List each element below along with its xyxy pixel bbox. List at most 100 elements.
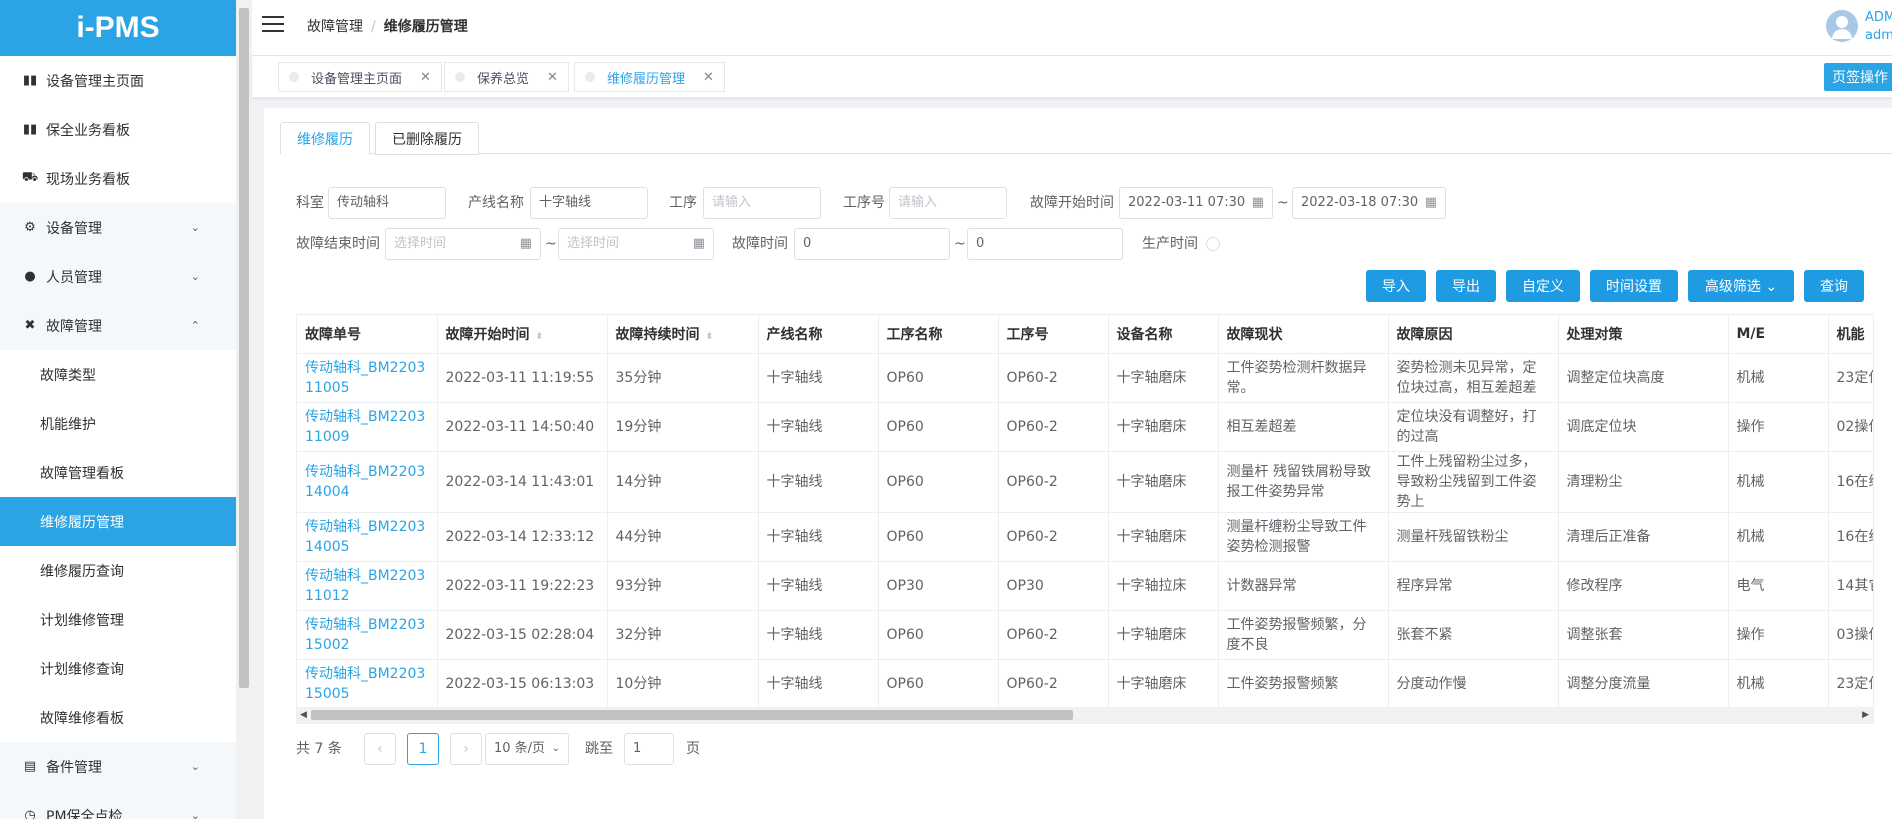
table-cell: OP60 bbox=[878, 659, 999, 709]
fault-end-from-picker[interactable]: 选择时间 ▦ bbox=[385, 228, 541, 260]
column-header-sortable[interactable]: 故障开始时间 ⬍ bbox=[437, 315, 608, 354]
production-time-radio[interactable] bbox=[1206, 237, 1220, 251]
table-row[interactable]: 传动轴科_BM220311009 2022-03-11 14:50:40 19分钟十… bbox=[297, 402, 1873, 452]
table-cell: 十字轴磨床 bbox=[1108, 659, 1219, 709]
table-cell: 清理后正准备 bbox=[1558, 512, 1729, 562]
sidebar-item-repair-board[interactable]: 故障维修看板 bbox=[0, 693, 236, 742]
export-button[interactable]: 导出 bbox=[1436, 270, 1496, 302]
process-input[interactable]: 请输入 bbox=[703, 187, 821, 219]
page-size-select[interactable]: 10 条/页 ⌄ bbox=[485, 733, 569, 765]
range-separator: ~ bbox=[954, 236, 966, 252]
sidebar-item-equipment-home[interactable]: ▮▮ 设备管理主页面 bbox=[0, 56, 236, 105]
tab-deleted-history[interactable]: 已删除履历 bbox=[375, 122, 479, 155]
table-cell: OP60-2 bbox=[998, 610, 1109, 660]
line-input[interactable]: 十字轴线 bbox=[530, 187, 648, 219]
user-name[interactable]: ADM admi bbox=[1865, 9, 1892, 45]
fault-order-link[interactable]: 传动轴科_BM220311009 bbox=[297, 402, 438, 452]
scrollbar-thumb[interactable] bbox=[239, 8, 249, 688]
user-icon: ● bbox=[24, 269, 36, 284]
sidebar-item-repair-history-query[interactable]: 维修履历查询 bbox=[0, 546, 236, 595]
tag-maintenance-overview[interactable]: 保养总览 ✕ bbox=[444, 62, 569, 92]
fault-order-link[interactable]: 传动轴科_BM220315002 bbox=[297, 610, 438, 660]
table-cell: 23定位 bbox=[1828, 659, 1873, 709]
fault-start-to-picker[interactable]: 2022-03-18 07:30 ▦ bbox=[1292, 187, 1446, 219]
table-cell: OP60 bbox=[878, 402, 999, 452]
fault-order-link[interactable]: 传动轴科_BM220314004 bbox=[297, 451, 438, 513]
sidebar-item-repair-history[interactable]: 维修履历管理 bbox=[0, 497, 236, 546]
table-cell: 调底定位块 bbox=[1558, 402, 1729, 452]
tag-dot bbox=[455, 72, 465, 82]
sidebar-item-function-maintenance[interactable]: 机能维护 bbox=[0, 399, 236, 448]
sidebar-item-plan-repair-query[interactable]: 计划维修查询 bbox=[0, 644, 236, 693]
table-row[interactable]: 传动轴科_BM220315002 2022-03-15 02:28:04 32分钟十… bbox=[297, 610, 1873, 660]
fault-order-link[interactable]: 传动轴科_BM220311012 bbox=[297, 561, 438, 611]
sidebar-item-label: 机能维护 bbox=[40, 416, 96, 433]
table-row[interactable]: 传动轴科_BM220314004 2022-03-14 11:43:01 14分钟十… bbox=[297, 451, 1873, 513]
sidebar-group-fault[interactable]: ✖ 故障管理 ⌃ bbox=[0, 301, 236, 350]
sidebar-scrollbar[interactable] bbox=[236, 0, 252, 819]
scrollbar-thumb[interactable] bbox=[311, 710, 1073, 720]
close-icon[interactable]: ✕ bbox=[420, 70, 431, 85]
table-cell: 03操作 bbox=[1828, 610, 1873, 660]
table-cell: 工件上残留粉尘过多，导致粉尘残留到工件姿势上 bbox=[1388, 451, 1559, 513]
table-cell: OP60-2 bbox=[998, 353, 1109, 403]
clock-icon: ◷ bbox=[24, 808, 36, 819]
fault-order-link[interactable]: 传动轴科_BM220311005 bbox=[297, 353, 438, 403]
tag-operations-button[interactable]: 页签操作 bbox=[1824, 63, 1892, 91]
table-cell: 修改程序 bbox=[1558, 561, 1729, 611]
table-row[interactable]: 传动轴科_BM220311005 2022-03-11 11:19:55 35分钟十… bbox=[297, 353, 1873, 403]
sidebar-item-label: 保全业务看板 bbox=[46, 122, 130, 139]
table-row[interactable]: 传动轴科_BM220311012 2022-03-11 19:22:23 93分钟十… bbox=[297, 561, 1873, 611]
sidebar-item-fault-type[interactable]: 故障类型 bbox=[0, 350, 236, 399]
table-cell: 计数器异常 bbox=[1218, 561, 1389, 611]
pager-jump-input[interactable]: 1 bbox=[624, 733, 674, 765]
tag-repair-history[interactable]: 维修履历管理 ✕ bbox=[574, 62, 725, 92]
fault-order-link[interactable]: 传动轴科_BM220314005 bbox=[297, 512, 438, 562]
sort-icon[interactable]: ⬍ bbox=[536, 332, 544, 342]
sidebar-group-spare-parts[interactable]: ▤ 备件管理 ⌄ bbox=[0, 742, 236, 791]
close-icon[interactable]: ✕ bbox=[547, 70, 558, 85]
sidebar-group-equipment[interactable]: ⚙ 设备管理 ⌄ bbox=[0, 203, 236, 252]
fault-duration-to-input[interactable]: 0 bbox=[967, 228, 1123, 260]
calendar-icon: ▦ bbox=[519, 236, 532, 251]
close-icon[interactable]: ✕ bbox=[703, 70, 714, 85]
pager-next-button[interactable]: › bbox=[450, 733, 482, 765]
column-header-sortable[interactable]: 故障持续时间 ⬍ bbox=[607, 315, 759, 354]
tag-equipment-home[interactable]: 设备管理主页面 ✕ bbox=[278, 62, 442, 92]
chevron-down-icon: ⌄ bbox=[190, 270, 200, 283]
sidebar-group-pm[interactable]: ◷ PM保全点检 ⌄ bbox=[0, 791, 236, 819]
table-cell: OP60 bbox=[878, 451, 999, 513]
table-row[interactable]: 传动轴科_BM220314005 2022-03-14 12:33:12 44分钟十… bbox=[297, 512, 1873, 562]
sidebar-item-label: 计划维修管理 bbox=[40, 612, 124, 629]
table-row[interactable]: 传动轴科_BM220315005 2022-03-15 06:13:03 10分钟十… bbox=[297, 659, 1873, 709]
sidebar-item-maintenance-board[interactable]: ▮▮ 保全业务看板 bbox=[0, 105, 236, 154]
custom-button[interactable]: 自定义 bbox=[1506, 270, 1580, 302]
sidebar-group-personnel[interactable]: ● 人员管理 ⌄ bbox=[0, 252, 236, 301]
query-button[interactable]: 查询 bbox=[1804, 270, 1864, 302]
advanced-filter-button[interactable]: 高级筛选 ⌄ bbox=[1688, 270, 1794, 302]
fault-duration-from-input[interactable]: 0 bbox=[794, 228, 950, 260]
scroll-right-icon[interactable]: ▶ bbox=[1862, 707, 1869, 723]
sidebar-item-label: 故障维修看板 bbox=[40, 710, 124, 727]
hamburger-menu-icon[interactable] bbox=[262, 16, 284, 32]
import-button[interactable]: 导入 bbox=[1366, 270, 1426, 302]
fault-start-from-picker[interactable]: 2022-03-11 07:30 ▦ bbox=[1119, 187, 1273, 219]
avatar[interactable] bbox=[1826, 10, 1858, 42]
breadcrumb-item[interactable]: 故障管理 bbox=[307, 19, 363, 35]
breadcrumb-current: 维修履历管理 bbox=[383, 19, 468, 35]
sidebar-item-fault-board[interactable]: 故障管理看板 bbox=[0, 448, 236, 497]
process-no-input[interactable]: 请输入 bbox=[889, 187, 1007, 219]
time-setting-button[interactable]: 时间设置 bbox=[1590, 270, 1678, 302]
table-horizontal-scrollbar[interactable]: ◀ ▶ bbox=[297, 707, 1873, 723]
dept-input[interactable]: 传动轴科 bbox=[328, 187, 446, 219]
sort-icon[interactable]: ⬍ bbox=[706, 332, 714, 342]
table-cell: 44分钟 bbox=[607, 512, 759, 562]
sidebar-item-field-board[interactable]: ⛟ 现场业务看板 bbox=[0, 154, 236, 203]
fault-end-to-picker[interactable]: 选择时间 ▦ bbox=[558, 228, 714, 260]
scroll-left-icon[interactable]: ◀ bbox=[300, 707, 307, 723]
tab-repair-history[interactable]: 维修履历 bbox=[280, 122, 370, 155]
fault-order-link[interactable]: 传动轴科_BM220315005 bbox=[297, 659, 438, 709]
pager-page-1[interactable]: 1 bbox=[407, 733, 439, 765]
pager-prev-button[interactable]: ‹ bbox=[364, 733, 396, 765]
sidebar-item-plan-repair[interactable]: 计划维修管理 bbox=[0, 595, 236, 644]
